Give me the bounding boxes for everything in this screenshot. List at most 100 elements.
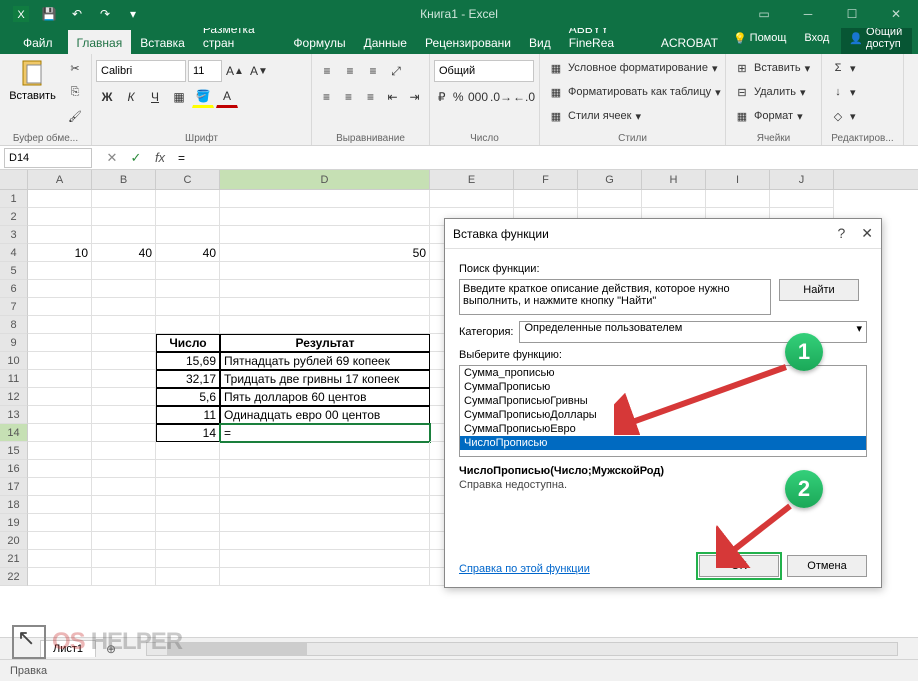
cell-A13[interactable] [28,406,92,424]
cell-C8[interactable] [156,316,220,334]
cell-C6[interactable] [156,280,220,298]
tab-home[interactable]: Главная [68,30,132,54]
cell-C3[interactable] [156,226,220,244]
increase-indent-button[interactable]: ⇥ [404,86,425,108]
currency-button[interactable]: ₽ [434,86,450,108]
cell-A21[interactable] [28,550,92,568]
tab-file[interactable]: Файл [8,30,68,54]
row-header-1[interactable]: 1 [0,190,28,208]
align-left-button[interactable]: ≡ [316,86,337,108]
cancel-formula-button[interactable]: ✕ [100,148,124,168]
delete-cells-button[interactable]: ⊟Удалить▾ [730,81,814,103]
cell-A18[interactable] [28,496,92,514]
cell-B16[interactable] [92,460,156,478]
cell-B18[interactable] [92,496,156,514]
col-header-a[interactable]: A [28,170,92,189]
cell-B22[interactable] [92,568,156,586]
cell-C7[interactable] [156,298,220,316]
insert-function-button[interactable]: fx [148,148,172,168]
format-as-table-button[interactable]: ▦Форматировать как таблицу▾ [544,81,725,103]
cell-C4[interactable]: 40 [156,244,220,262]
cell-C5[interactable] [156,262,220,280]
cell-D13[interactable]: Одинадцать евро 00 центов [220,406,430,424]
cell-B20[interactable] [92,532,156,550]
cell-C10[interactable]: 15,69 [156,352,220,370]
tab-insert[interactable]: Вставка [131,30,194,54]
row-header-19[interactable]: 19 [0,514,28,532]
cell-A14[interactable] [28,424,92,442]
row-header-17[interactable]: 17 [0,478,28,496]
function-item[interactable]: ЧислоПрописью [460,436,866,450]
col-header-i[interactable]: I [706,170,770,189]
cell-C19[interactable] [156,514,220,532]
cell-A2[interactable] [28,208,92,226]
cell-C17[interactable] [156,478,220,496]
cell-F1[interactable] [514,190,578,208]
cell-A15[interactable] [28,442,92,460]
row-header-6[interactable]: 6 [0,280,28,298]
row-header-15[interactable]: 15 [0,442,28,460]
cell-A9[interactable] [28,334,92,352]
clear-button[interactable]: ◇▾ [826,105,860,127]
cell-B10[interactable] [92,352,156,370]
cell-C15[interactable] [156,442,220,460]
cell-C11[interactable]: 32,17 [156,370,220,388]
cell-D15[interactable] [220,442,430,460]
row-header-18[interactable]: 18 [0,496,28,514]
select-all-button[interactable] [0,170,28,189]
decrease-decimal-button[interactable]: ←.0 [513,86,535,108]
cell-B15[interactable] [92,442,156,460]
cell-C1[interactable] [156,190,220,208]
maximize-button[interactable]: ☐ [830,0,874,28]
login-button[interactable]: Вход [798,29,835,47]
cell-B8[interactable] [92,316,156,334]
tab-acrobat[interactable]: ACROBAT [652,30,727,54]
cell-I1[interactable] [706,190,770,208]
col-header-h[interactable]: H [642,170,706,189]
cell-D22[interactable] [220,568,430,586]
cell-A5[interactable] [28,262,92,280]
copy-button[interactable]: ⎘ [63,81,87,103]
autosum-button[interactable]: Σ▾ [826,57,860,79]
cell-styles-button[interactable]: ▦Стили ячеек▾ [544,105,725,127]
col-header-e[interactable]: E [430,170,514,189]
dialog-help-button[interactable]: ? [837,225,845,242]
redo-button[interactable]: ↷ [92,2,118,26]
cell-D3[interactable] [220,226,430,244]
bold-button[interactable]: Ж [96,86,118,108]
cell-A19[interactable] [28,514,92,532]
cell-C12[interactable]: 5,6 [156,388,220,406]
font-size-combo[interactable]: 11 [188,60,222,82]
col-header-b[interactable]: B [92,170,156,189]
function-item[interactable]: СуммаПрописью [460,380,866,394]
cell-B21[interactable] [92,550,156,568]
conditional-formatting-button[interactable]: ▦Условное форматирование▾ [544,57,725,79]
border-button[interactable]: ▦ [168,86,190,108]
qat-customize-dropdown[interactable]: ▾ [120,2,146,26]
percent-button[interactable]: % [451,86,467,108]
fill-color-button[interactable]: 🪣 [192,86,214,108]
cell-D17[interactable] [220,478,430,496]
align-middle-button[interactable]: ≡ [339,60,361,82]
cell-C2[interactable] [156,208,220,226]
cell-D19[interactable] [220,514,430,532]
cell-B7[interactable] [92,298,156,316]
find-button[interactable]: Найти [779,279,859,301]
row-header-4[interactable]: 4 [0,244,28,262]
paste-button[interactable]: Вставить [4,56,61,128]
cut-button[interactable]: ✂ [63,57,87,79]
cell-D8[interactable] [220,316,430,334]
cell-C20[interactable] [156,532,220,550]
shrink-font-button[interactable]: A▼ [248,60,270,82]
cell-A16[interactable] [28,460,92,478]
cell-B11[interactable] [92,370,156,388]
cell-B3[interactable] [92,226,156,244]
tab-data[interactable]: Данные [355,30,416,54]
cell-B13[interactable] [92,406,156,424]
cell-D14[interactable]: = [220,424,430,442]
cell-A10[interactable] [28,352,92,370]
cell-B2[interactable] [92,208,156,226]
cell-C18[interactable] [156,496,220,514]
cell-D21[interactable] [220,550,430,568]
cell-A20[interactable] [28,532,92,550]
